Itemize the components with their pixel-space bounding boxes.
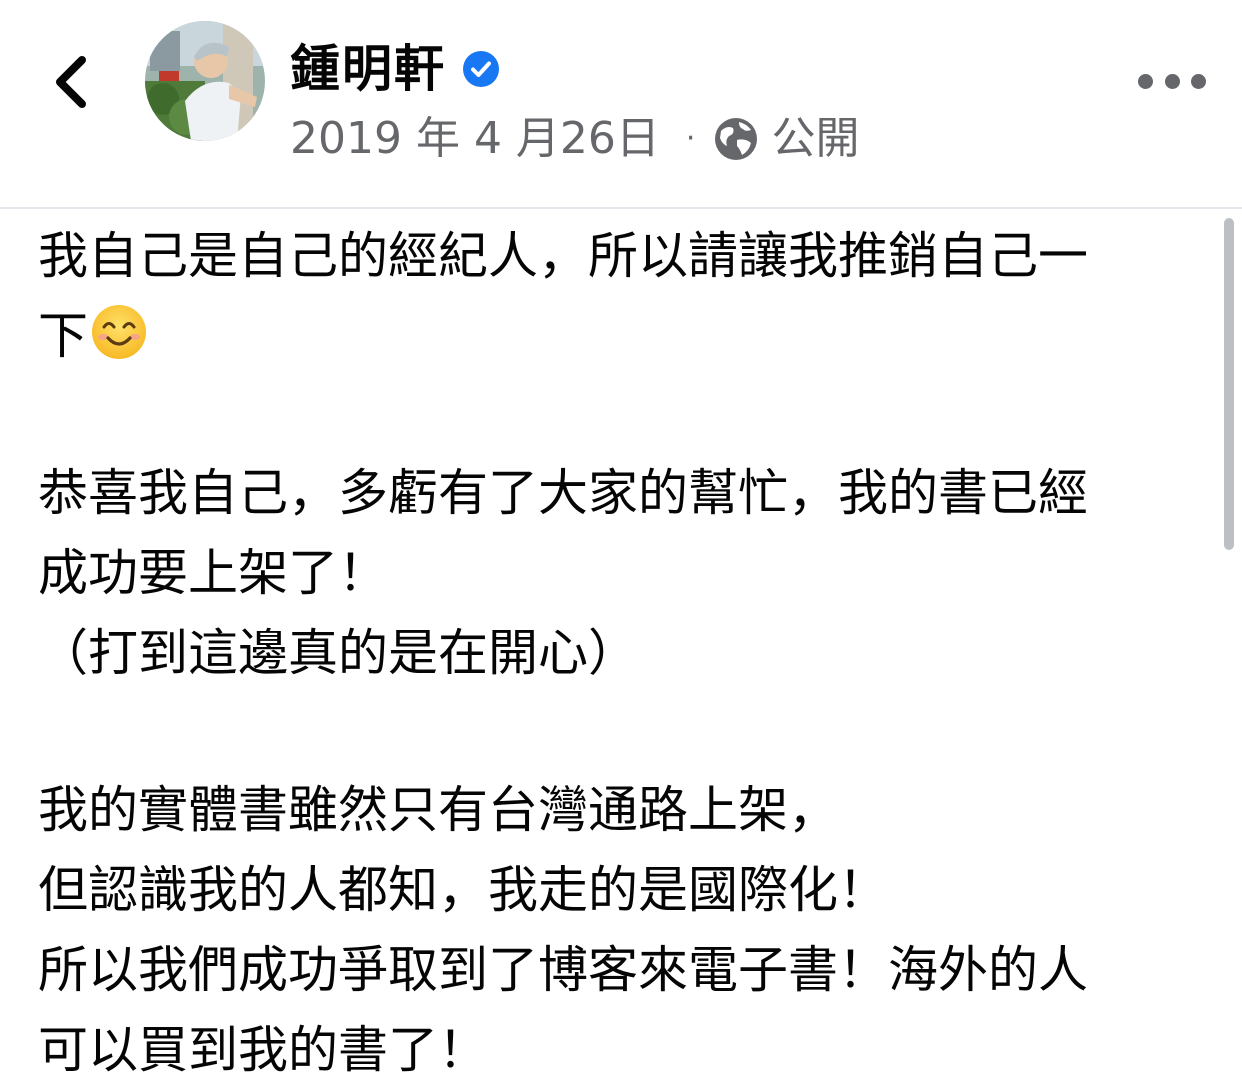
post-page: 鍾明軒 2019 年 4 月26日 · 公開 我自己是自己的經紀人，所以請讓我推… xyxy=(0,0,1242,1074)
author-row: 鍾明軒 xyxy=(290,34,500,104)
post-line: 下 xyxy=(38,307,88,365)
chevron-left-icon xyxy=(56,56,86,108)
meta-separator: · xyxy=(685,121,696,156)
post-line: 恭喜我自己，多虧有了大家的幫忙，我的書已經 xyxy=(38,464,1088,522)
smiling-face-icon xyxy=(92,305,146,359)
post-date[interactable]: 2019 年 4 月26日 xyxy=(290,117,660,161)
post-line: 我的實體書雖然只有台灣通路上架， xyxy=(38,781,838,839)
scrollbar[interactable] xyxy=(1224,218,1234,550)
post-line: 所以我們成功爭取到了博客來電子書！海外的人 xyxy=(38,941,1088,999)
more-options-button[interactable] xyxy=(1138,62,1206,100)
post-header: 鍾明軒 2019 年 4 月26日 · 公開 xyxy=(0,0,1242,207)
post-line: 我自己是自己的經紀人，所以請讓我推銷自己一 xyxy=(38,227,1088,285)
post-line: （打到這邊真的是在開心） xyxy=(38,624,638,682)
post-line-with-emoji: 下 xyxy=(38,296,1208,376)
post-line: 可以買到我的書了！ xyxy=(38,1021,488,1074)
post-meta: 2019 年 4 月26日 · 公開 xyxy=(290,110,859,168)
post-line: 但認識我的人都知，我走的是國際化！ xyxy=(38,861,888,919)
author-name[interactable]: 鍾明軒 xyxy=(290,44,446,94)
avatar[interactable] xyxy=(145,21,265,141)
post-text: 我自己是自己的經紀人，所以請讓我推銷自己一 下 恭喜我自己，多虧有了大家的幫忙，… xyxy=(38,216,1208,1074)
more-horizontal-icon xyxy=(1138,73,1153,89)
header-divider xyxy=(0,207,1242,209)
privacy-label: 公開 xyxy=(771,113,860,164)
back-button[interactable] xyxy=(40,42,100,122)
globe-icon xyxy=(715,118,758,160)
verified-badge-icon xyxy=(463,51,499,87)
post-line: 成功要上架了！ xyxy=(38,544,388,602)
